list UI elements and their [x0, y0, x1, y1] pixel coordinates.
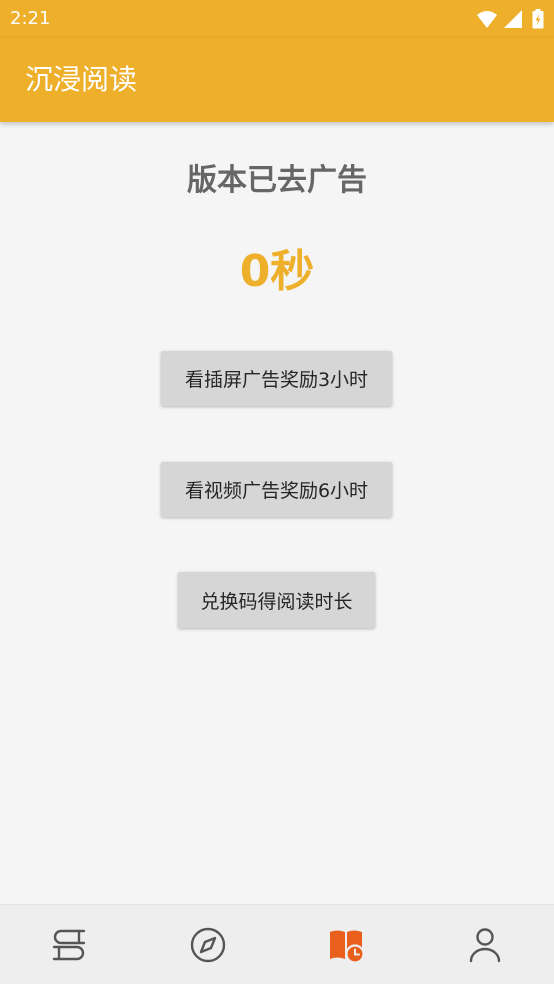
ad-free-notice: 版本已去广告: [187, 163, 367, 198]
bottom-nav: [0, 904, 554, 984]
main-content: 版本已去广告 0秒 看插屏广告奖励3小时 看视频广告奖励6小时 兑换码得阅读时长: [0, 122, 554, 904]
redeem-code-button[interactable]: 兑换码得阅读时长: [178, 572, 375, 628]
cellular-signal-icon: [504, 10, 522, 28]
reading-time-icon: [330, 930, 365, 964]
status-bar: 2:21: [0, 0, 554, 38]
nav-item-bookshelf[interactable]: [0, 905, 139, 984]
interstitial-ad-reward-button[interactable]: 看插屏广告奖励3小时: [161, 351, 392, 406]
app-bar: 沉浸阅读: [0, 38, 554, 122]
battery-charging-icon: [532, 9, 544, 29]
nav-item-reading-time[interactable]: [277, 905, 416, 984]
video-ad-reward-button[interactable]: 看视频广告奖励6小时: [161, 462, 392, 517]
wifi-icon: [477, 11, 497, 28]
nav-item-discover[interactable]: [139, 905, 278, 984]
remaining-time-value: 0秒: [239, 246, 315, 297]
person-icon: [469, 927, 500, 962]
app-title: 沉浸阅读: [25, 63, 138, 96]
nav-item-profile[interactable]: [416, 905, 554, 984]
bookshelf-icon: [53, 929, 86, 960]
status-time: 2:21: [10, 8, 51, 29]
compass-icon: [190, 927, 225, 962]
